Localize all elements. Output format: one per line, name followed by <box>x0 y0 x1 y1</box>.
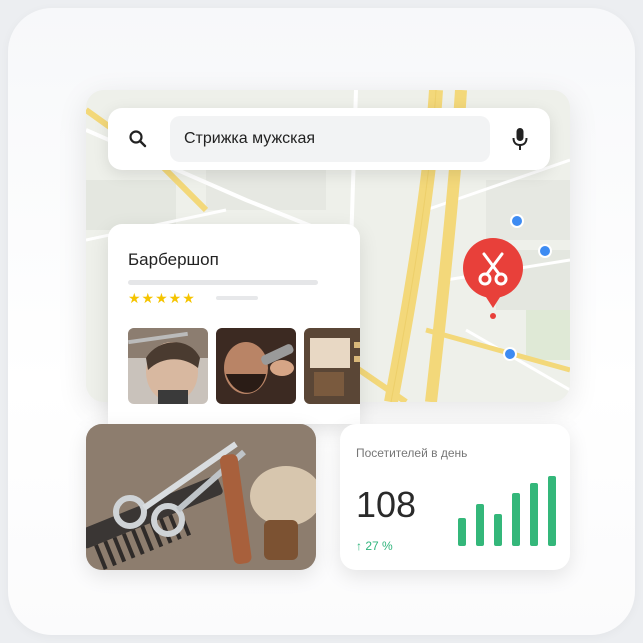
rating-placeholder <box>216 296 258 300</box>
place-title: Барбершоп <box>128 250 219 269</box>
barber-tools-photo <box>86 424 316 570</box>
map-pin-barbershop[interactable] <box>462 238 524 322</box>
title-underline <box>128 280 318 285</box>
search-icon[interactable] <box>128 129 148 149</box>
stats-label: Посетителей в день <box>356 446 468 460</box>
place-card[interactable]: Барбершоп ★★★★★ <box>108 224 360 424</box>
place-photo-haircut[interactable] <box>128 328 208 404</box>
map-location-dot[interactable] <box>510 214 524 228</box>
map-location-dot[interactable] <box>538 244 552 258</box>
place-photo-interior[interactable] <box>304 328 360 404</box>
visitors-bar <box>494 514 502 546</box>
visitors-stats-card: Посетителей в день 108 ↑ 27 % <box>340 424 570 570</box>
visitors-bar <box>476 504 484 546</box>
rating-stars: ★★★★★ <box>128 290 196 306</box>
stats-value: 108 <box>356 484 417 525</box>
visitors-bar <box>548 476 556 546</box>
visitors-bar <box>458 518 466 546</box>
search-bar: Стрижка мужская <box>108 108 550 170</box>
place-photo-beard-trim[interactable] <box>216 328 296 404</box>
visitors-bar-chart <box>454 476 556 546</box>
search-input[interactable]: Стрижка мужская <box>170 116 490 162</box>
map-location-dot[interactable] <box>503 347 517 361</box>
visitors-bar <box>530 483 538 546</box>
search-query-text: Стрижка мужская <box>184 130 316 147</box>
microphone-icon[interactable] <box>512 127 528 151</box>
stats-change: ↑ 27 % <box>356 539 393 553</box>
visitors-bar <box>512 493 520 546</box>
